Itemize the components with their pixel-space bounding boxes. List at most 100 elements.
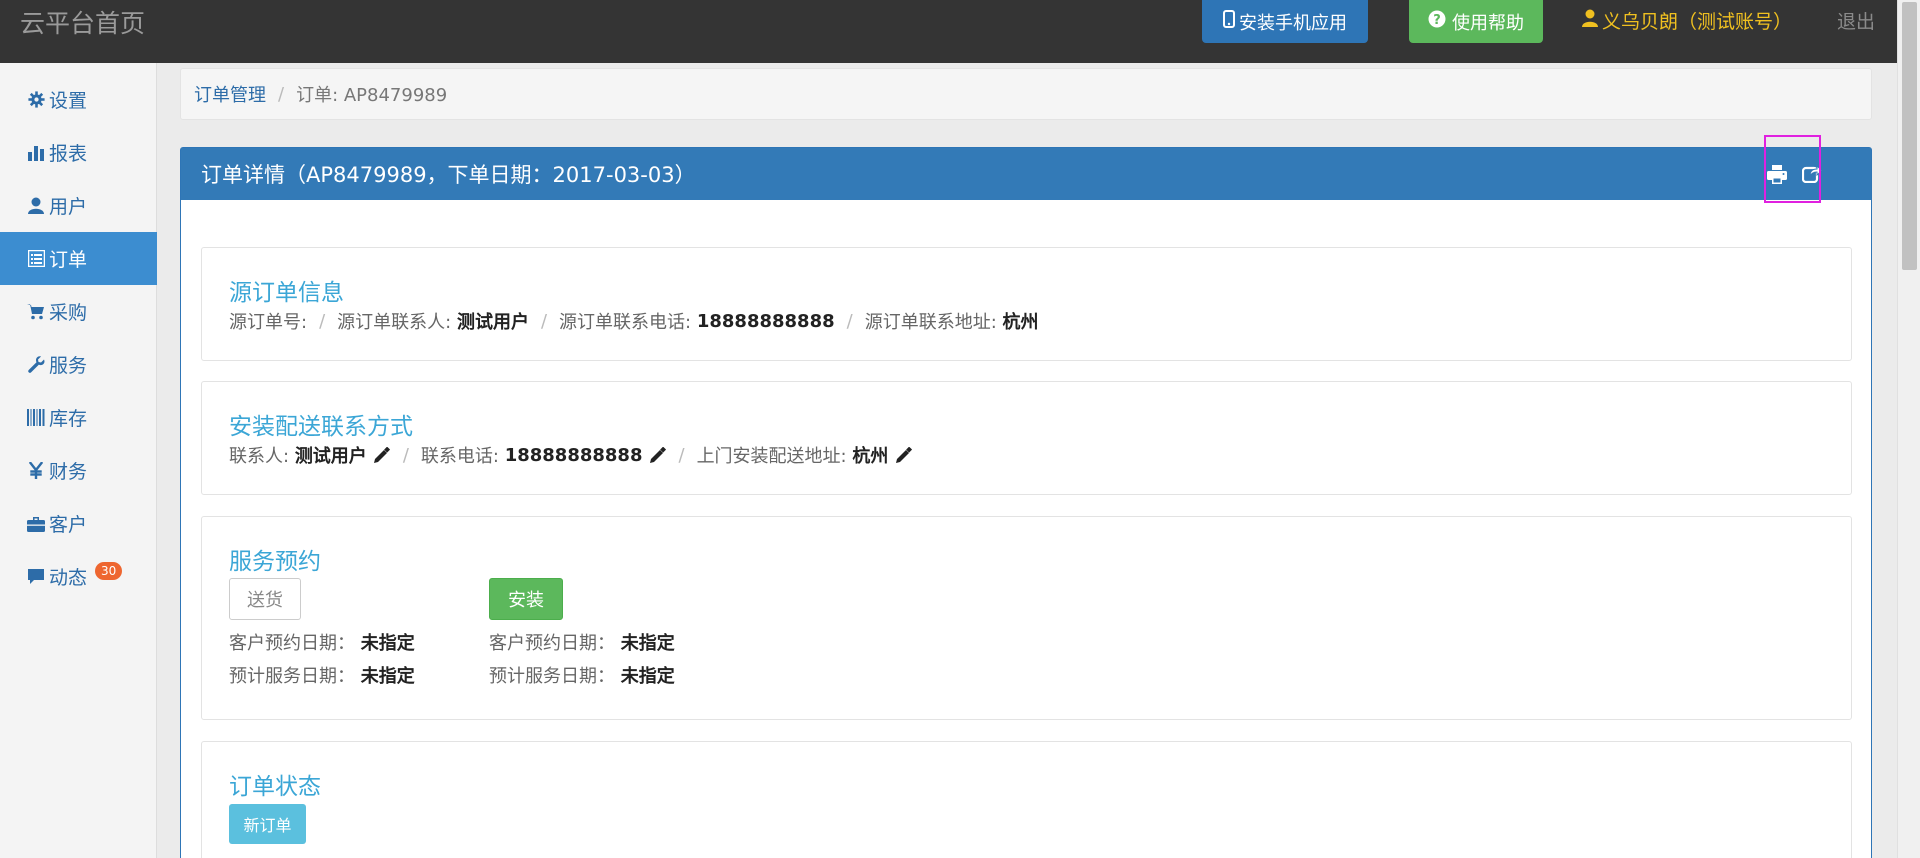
scrollbar-thumb[interactable] (1902, 2, 1917, 270)
sidebar-item-label: 订单 (49, 249, 88, 271)
top-navbar: 云平台首页 安装手机应用 ? 使用帮助 义乌贝朗（测试账号） 退出 (0, 0, 1920, 63)
svg-text:?: ? (1433, 13, 1441, 28)
sidebar-item-inventory[interactable]: 库存 (0, 391, 157, 444)
sidebar-item-label: 设置 (49, 90, 88, 112)
print-button-highlight (1764, 135, 1821, 203)
pencil-icon[interactable] (373, 446, 391, 464)
pencil-icon[interactable] (648, 446, 666, 464)
sidebar-item-label: 客户 (49, 514, 88, 536)
question-circle-icon: ? (1428, 10, 1446, 33)
help-label: 使用帮助 (1452, 12, 1524, 34)
source-phone-value: 18888888888 (696, 310, 835, 332)
pencil-icon[interactable] (894, 446, 912, 464)
sidebar-item-customers[interactable]: 客户 (0, 497, 157, 550)
sidebar-item-finance[interactable]: 财务 (0, 444, 157, 497)
service-title: 服务预约 (229, 549, 321, 575)
sidebar-item-reports[interactable]: 报表 (0, 126, 157, 179)
sidebar-item-label: 财务 (49, 461, 88, 483)
phone-value: 18888888888 (504, 444, 643, 466)
yen-icon (27, 462, 45, 480)
sidebar: 设置 报表 用户 订单 采购 服务 库存 财务 客户 动态 30 (0, 63, 157, 858)
sidebar-item-label: 报表 (49, 143, 88, 165)
breadcrumb-separator: / (278, 83, 285, 105)
scrollbar[interactable] (1897, 0, 1920, 858)
customer-date-value: 未指定 (620, 633, 675, 654)
info-separator: / (846, 310, 853, 332)
address-value: 杭州 (852, 446, 889, 467)
sidebar-item-label: 动态 (49, 567, 88, 589)
breadcrumb: 订单管理 / 订单: AP8479989 (180, 68, 1872, 120)
address-label: 上门安装配送地址: (696, 446, 847, 467)
sidebar-item-orders[interactable]: 订单 (0, 232, 157, 285)
install-app-button[interactable]: 安装手机应用 (1202, 0, 1368, 43)
source-phone-label: 源订单联系电话: (559, 312, 692, 333)
source-order-card: 源订单信息 源订单号: / 源订单联系人: 测试用户 / 源订单联系电话: 18… (201, 247, 1852, 361)
install-app-label: 安装手机应用 (1239, 12, 1347, 34)
install-service-button[interactable]: 安装 (489, 578, 563, 620)
info-separator: / (402, 444, 409, 466)
info-separator: / (540, 310, 548, 332)
sidebar-item-service[interactable]: 服务 (0, 338, 157, 391)
sidebar-item-label: 采购 (49, 302, 88, 324)
wrench-icon (27, 356, 45, 374)
sidebar-item-label: 服务 (49, 355, 88, 377)
expected-date-value: 未指定 (620, 666, 675, 687)
delivery-customer-date: 客户预约日期： 未指定 (229, 629, 415, 655)
brand-home-link[interactable]: 云平台首页 (20, 4, 145, 40)
delivery-expected-date: 预计服务日期： 未指定 (229, 662, 415, 688)
customer-date-label: 客户预约日期： (229, 633, 355, 654)
cart-icon (27, 303, 45, 321)
info-separator: / (678, 444, 685, 466)
customer-date-label: 客户预约日期： (489, 633, 615, 654)
barcode-icon (27, 409, 45, 427)
breadcrumb-order-management-link[interactable]: 订单管理 (194, 81, 266, 107)
help-button[interactable]: ? 使用帮助 (1409, 0, 1543, 43)
source-contact-label: 源订单联系人: (337, 312, 452, 333)
breadcrumb-current: 订单: AP8479989 (296, 85, 448, 106)
source-order-info: 源订单号: / 源订单联系人: 测试用户 / 源订单联系电话: 18888888… (229, 308, 1039, 334)
logout-link[interactable]: 退出 (1837, 7, 1875, 34)
install-expected-date: 预计服务日期： 未指定 (489, 662, 675, 688)
expected-date-label: 预计服务日期： (229, 666, 355, 687)
panel-title: 订单详情（AP8479989，下单日期：2017-03-03） (201, 163, 696, 187)
contact-value: 测试用户 (294, 446, 367, 467)
source-contact-value: 测试用户 (456, 312, 529, 333)
source-order-title: 源订单信息 (229, 280, 344, 306)
expected-date-label: 预计服务日期： (489, 666, 615, 687)
customer-date-value: 未指定 (360, 633, 415, 654)
status-badge: 新订单 (229, 804, 306, 844)
sidebar-item-users[interactable]: 用户 (0, 179, 157, 232)
source-order-no-label: 源订单号: (229, 312, 308, 333)
order-status-card: 订单状态 新订单 (201, 741, 1852, 858)
contact-label: 联系人: (229, 446, 290, 467)
order-detail-panel: 订单详情（AP8479989，下单日期：2017-03-03） 源订单信息 源订… (180, 147, 1872, 858)
sidebar-item-purchase[interactable]: 采购 (0, 285, 157, 338)
bar-chart-icon (27, 144, 45, 162)
notification-badge: 30 (95, 562, 123, 580)
list-icon (27, 250, 45, 268)
phone-label: 联系电话: (420, 446, 499, 467)
install-customer-date: 客户预约日期： 未指定 (489, 629, 675, 655)
mobile-icon (1223, 10, 1235, 33)
expected-date-value: 未指定 (360, 666, 415, 687)
sidebar-item-settings[interactable]: 设置 (0, 73, 157, 126)
comment-icon (27, 568, 45, 586)
delivery-contact-title: 安装配送联系方式 (229, 414, 413, 440)
user-menu[interactable]: 义乌贝朗（测试账号） (1582, 7, 1792, 34)
user-icon (1582, 9, 1598, 32)
delivery-service-button[interactable]: 送货 (229, 578, 301, 620)
sidebar-item-label: 用户 (49, 196, 88, 218)
panel-heading: 订单详情（AP8479989，下单日期：2017-03-03） (181, 148, 1871, 200)
sidebar-item-activity[interactable]: 动态 30 (0, 550, 157, 603)
info-separator: / (319, 310, 326, 332)
delivery-contact-card: 安装配送联系方式 联系人: 测试用户 / 联系电话: 18888888888 /… (201, 381, 1852, 495)
source-address-value: 杭州 (1002, 312, 1039, 333)
gear-icon (27, 91, 45, 109)
user-name: 义乌贝朗（测试账号） (1602, 11, 1793, 33)
service-appointment-card: 服务预约 送货 安装 客户预约日期： 未指定 预计服务日期： 未指定 客户预约日… (201, 516, 1852, 720)
order-status-title: 订单状态 (229, 774, 321, 800)
sidebar-item-label: 库存 (49, 408, 88, 430)
source-address-label: 源订单联系地址: (864, 312, 997, 333)
delivery-contact-info: 联系人: 测试用户 / 联系电话: 18888888888 / 上门安装配送地址… (229, 442, 912, 468)
user-icon (27, 197, 45, 215)
